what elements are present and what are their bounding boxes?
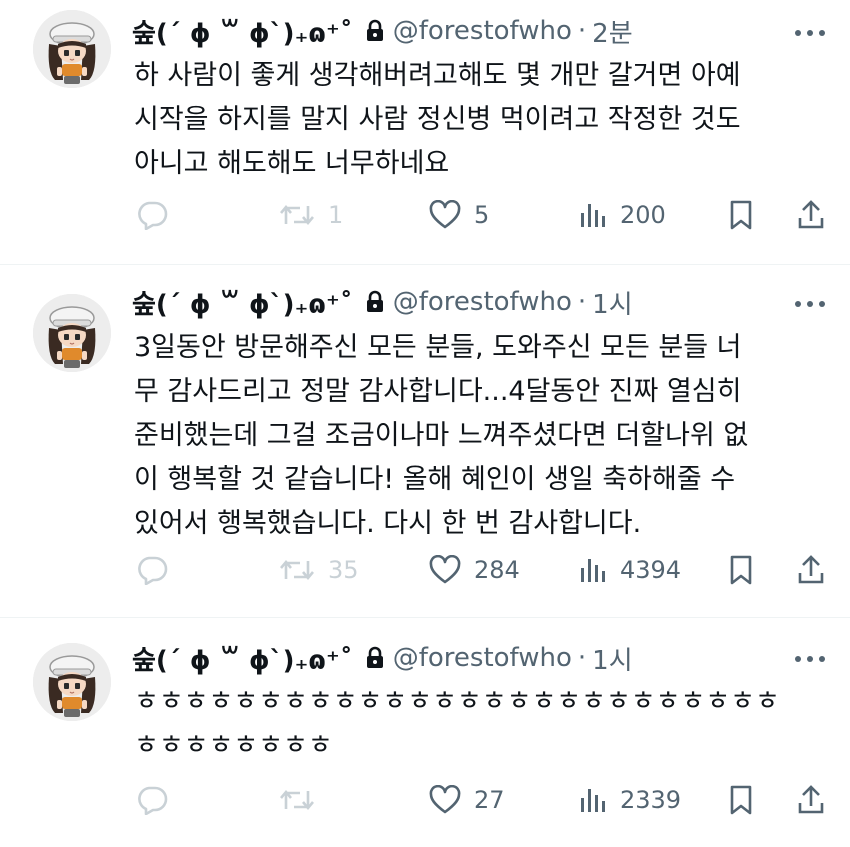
tweet-text-line: 아니고 해도해도 너무하네요	[134, 148, 450, 179]
retweet-button[interactable]: 35	[278, 550, 359, 590]
retweet-icon	[278, 200, 316, 230]
views-icon	[578, 785, 608, 815]
heart-icon	[428, 200, 462, 230]
avatar[interactable]	[33, 643, 111, 721]
reply-icon	[135, 200, 169, 230]
views-button[interactable]: 200	[578, 195, 666, 235]
tweet-header: 숲(´ ɸ ꒳ ɸ`)₊ɷ⁺˚ @forestofwho · 1시	[132, 640, 633, 677]
like-button[interactable]: 5	[428, 195, 489, 235]
tweet-text-line: 이 행복할 것 같습니다! 올해 혜인이 생일 축하해줄 수	[134, 464, 736, 495]
tweet-header: 숲(´ ɸ ꒳ ɸ`)₊ɷ⁺˚ @forestofwho · 1시	[132, 284, 633, 321]
avatar[interactable]	[33, 294, 111, 372]
reply-icon	[135, 785, 169, 815]
views-count: 200	[620, 201, 666, 229]
more-icon[interactable]	[793, 27, 827, 39]
bookmark-button[interactable]	[727, 550, 755, 590]
retweet-count: 1	[328, 201, 344, 229]
tweet-text: 하 사람이 좋게 생각해버려고해도 몇 개만 갈거면 아예 시작을 하지를 말지…	[134, 54, 834, 186]
tweet-text-line: 하 사람이 좋게 생각해버려고해도 몇 개만 갈거면 아예	[134, 60, 741, 91]
display-name[interactable]: 숲(´ ɸ ꒳ ɸ`)₊ɷ⁺˚	[132, 284, 353, 321]
more-icon[interactable]	[793, 298, 827, 310]
share-button[interactable]	[796, 195, 826, 235]
share-icon	[796, 554, 826, 586]
timestamp[interactable]: 2분	[592, 13, 632, 50]
reply-button[interactable]	[135, 195, 181, 235]
bookmark-icon	[727, 199, 755, 231]
share-icon	[796, 199, 826, 231]
tweet-3[interactable]: 숲(´ ɸ ꒳ ɸ`)₊ɷ⁺˚ @forestofwho · 1시 ㅎㅎㅎㅎㅎㅎ…	[0, 618, 850, 847]
tweet-text: 3일동안 방문해주신 모든 분들, 도와주신 모든 분들 너 무 감사드리고 정…	[134, 326, 834, 546]
tweet-2[interactable]: 숲(´ ɸ ꒳ ɸ`)₊ɷ⁺˚ @forestofwho · 1시 3일동안 방…	[0, 265, 850, 617]
lock-icon	[365, 646, 385, 670]
bookmark-button[interactable]	[727, 195, 755, 235]
avatar[interactable]	[33, 10, 111, 88]
views-count: 4394	[620, 556, 682, 584]
share-button[interactable]	[796, 550, 826, 590]
more-icon[interactable]	[793, 653, 827, 665]
tweet-text-line: 무 감사드리고 정말 감사합니다...4달동안 진짜 열심히	[134, 376, 742, 407]
handle[interactable]: @forestofwho	[393, 16, 572, 46]
handle[interactable]: @forestofwho	[393, 643, 572, 673]
like-count: 5	[474, 201, 490, 229]
like-count: 27	[474, 786, 505, 814]
bookmark-icon	[727, 554, 755, 586]
share-button[interactable]	[796, 780, 826, 820]
views-button[interactable]: 4394	[578, 550, 681, 590]
retweet-icon	[278, 785, 316, 815]
retweet-icon	[278, 555, 316, 585]
like-button[interactable]: 27	[428, 780, 505, 820]
reply-button[interactable]	[135, 550, 181, 590]
timestamp[interactable]: 1시	[592, 640, 632, 677]
timestamp[interactable]: 1시	[592, 284, 632, 321]
views-icon	[578, 555, 608, 585]
retweet-button[interactable]	[278, 780, 328, 820]
lock-icon	[365, 19, 385, 43]
heart-icon	[428, 555, 462, 585]
tweet-text-line: ㅎㅎㅎㅎㅎㅎㅎㅎㅎㅎㅎㅎㅎㅎㅎㅎㅎㅎㅎㅎㅎㅎㅎㅎㅎㅎ	[134, 686, 780, 717]
tweet-text-line: 준비했는데 그걸 조금이나마 느껴주셨다면 더할나위 없	[134, 420, 749, 451]
reply-icon	[135, 555, 169, 585]
heart-icon	[428, 785, 462, 815]
dot-separator: ·	[577, 16, 587, 46]
share-icon	[796, 784, 826, 816]
tweet-text-line: 3일동안 방문해주신 모든 분들, 도와주신 모든 분들 너	[134, 332, 742, 363]
retweet-count: 35	[328, 556, 359, 584]
tweet-text-line: 있어서 행복했습니다. 다시 한 번 감사합니다.	[134, 508, 642, 539]
views-button[interactable]: 2339	[578, 780, 681, 820]
views-icon	[578, 200, 608, 230]
retweet-button[interactable]: 1	[278, 195, 343, 235]
dot-separator: ·	[577, 287, 587, 317]
reply-button[interactable]	[135, 780, 181, 820]
bookmark-button[interactable]	[727, 780, 755, 820]
lock-icon	[365, 290, 385, 314]
dot-separator: ·	[577, 643, 587, 673]
tweet-text: ㅎㅎㅎㅎㅎㅎㅎㅎㅎㅎㅎㅎㅎㅎㅎㅎㅎㅎㅎㅎㅎㅎㅎㅎㅎㅎ ㅎㅎㅎㅎㅎㅎㅎㅎ	[134, 680, 834, 768]
tweet-1[interactable]: 숲(´ ɸ ꒳ ɸ`)₊ɷ⁺˚ @forestofwho · 2분 하 사람이 …	[0, 0, 850, 264]
display-name[interactable]: 숲(´ ɸ ꒳ ɸ`)₊ɷ⁺˚	[132, 640, 353, 677]
tweet-text-line: ㅎㅎㅎㅎㅎㅎㅎㅎ	[134, 730, 333, 761]
views-count: 2339	[620, 786, 682, 814]
bookmark-icon	[727, 784, 755, 816]
tweet-header: 숲(´ ɸ ꒳ ɸ`)₊ɷ⁺˚ @forestofwho · 2분	[132, 13, 633, 50]
tweet-text-line: 시작을 하지를 말지 사람 정신병 먹이려고 작정한 것도	[134, 104, 741, 135]
like-button[interactable]: 284	[428, 550, 520, 590]
handle[interactable]: @forestofwho	[393, 287, 572, 317]
like-count: 284	[474, 556, 520, 584]
display-name[interactable]: 숲(´ ɸ ꒳ ɸ`)₊ɷ⁺˚	[132, 13, 353, 50]
